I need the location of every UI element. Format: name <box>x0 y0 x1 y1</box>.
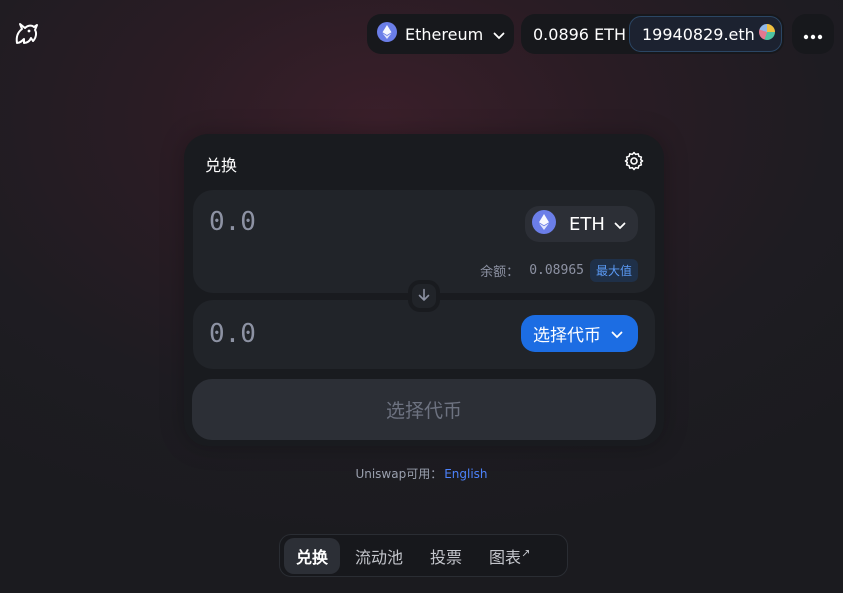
input-token-selector[interactable]: ETH <box>525 206 638 242</box>
swap-card: 兑换 0.0 ETH 余额： 0.08965 最大值 0.0 选择代币 选择代币 <box>184 134 664 446</box>
language-note-text: Uniswap可用： <box>355 467 443 481</box>
ethereum-icon <box>532 210 556 238</box>
nav-item-pool[interactable]: 流动池 <box>343 538 415 574</box>
network-label: Ethereum <box>405 24 484 44</box>
account-address: 19940829.eth <box>642 24 755 44</box>
swap-title: 兑换 <box>205 156 238 175</box>
avatar <box>759 24 775 40</box>
chevron-down-icon <box>614 215 626 234</box>
arrow-down-icon <box>417 287 431 306</box>
swap-action-button[interactable]: 选择代币 <box>192 379 656 440</box>
swap-input-panel: 0.0 ETH 余额： 0.08965 最大值 <box>193 190 655 293</box>
external-link-icon: ↗ <box>521 546 531 560</box>
ellipsis-icon <box>803 25 823 44</box>
nav-item-charts[interactable]: 图表↗ <box>477 538 542 574</box>
balance-value: 0.08965 <box>529 263 584 278</box>
ethereum-icon <box>377 22 397 46</box>
unicorn-logo-icon[interactable] <box>12 20 40 48</box>
swap-direction-button[interactable] <box>408 280 440 312</box>
chevron-down-icon <box>611 324 623 343</box>
output-amount[interactable]: 0.0 <box>209 319 256 349</box>
input-amount[interactable]: 0.0 <box>209 207 256 237</box>
gear-icon[interactable] <box>624 151 644 171</box>
balance-label: 余额： <box>480 265 520 280</box>
swap-action-label: 选择代币 <box>385 400 462 422</box>
network-selector[interactable]: Ethereum <box>367 14 514 54</box>
max-button[interactable]: 最大值 <box>589 259 638 282</box>
language-note: Uniswap可用： English <box>0 465 843 482</box>
language-link[interactable]: English <box>444 467 487 481</box>
bottom-nav: 兑换 流动池 投票 图表↗ <box>279 534 568 577</box>
nav-item-swap[interactable]: 兑换 <box>284 537 341 574</box>
input-balance-row: 余额： 0.08965 最大值 <box>480 259 638 282</box>
select-token-button[interactable]: 选择代币 <box>521 315 638 352</box>
select-token-label: 选择代币 <box>533 326 601 346</box>
more-menu-button[interactable] <box>792 14 834 54</box>
account-balance: 0.0896 ETH <box>533 24 626 44</box>
account-panel: 0.0896 ETH 19940829.eth <box>521 14 784 54</box>
input-token-label: ETH <box>569 213 605 235</box>
nav-item-charts-label: 图表 <box>489 547 522 567</box>
nav-item-vote[interactable]: 投票 <box>418 538 474 574</box>
chevron-down-icon <box>493 25 505 44</box>
